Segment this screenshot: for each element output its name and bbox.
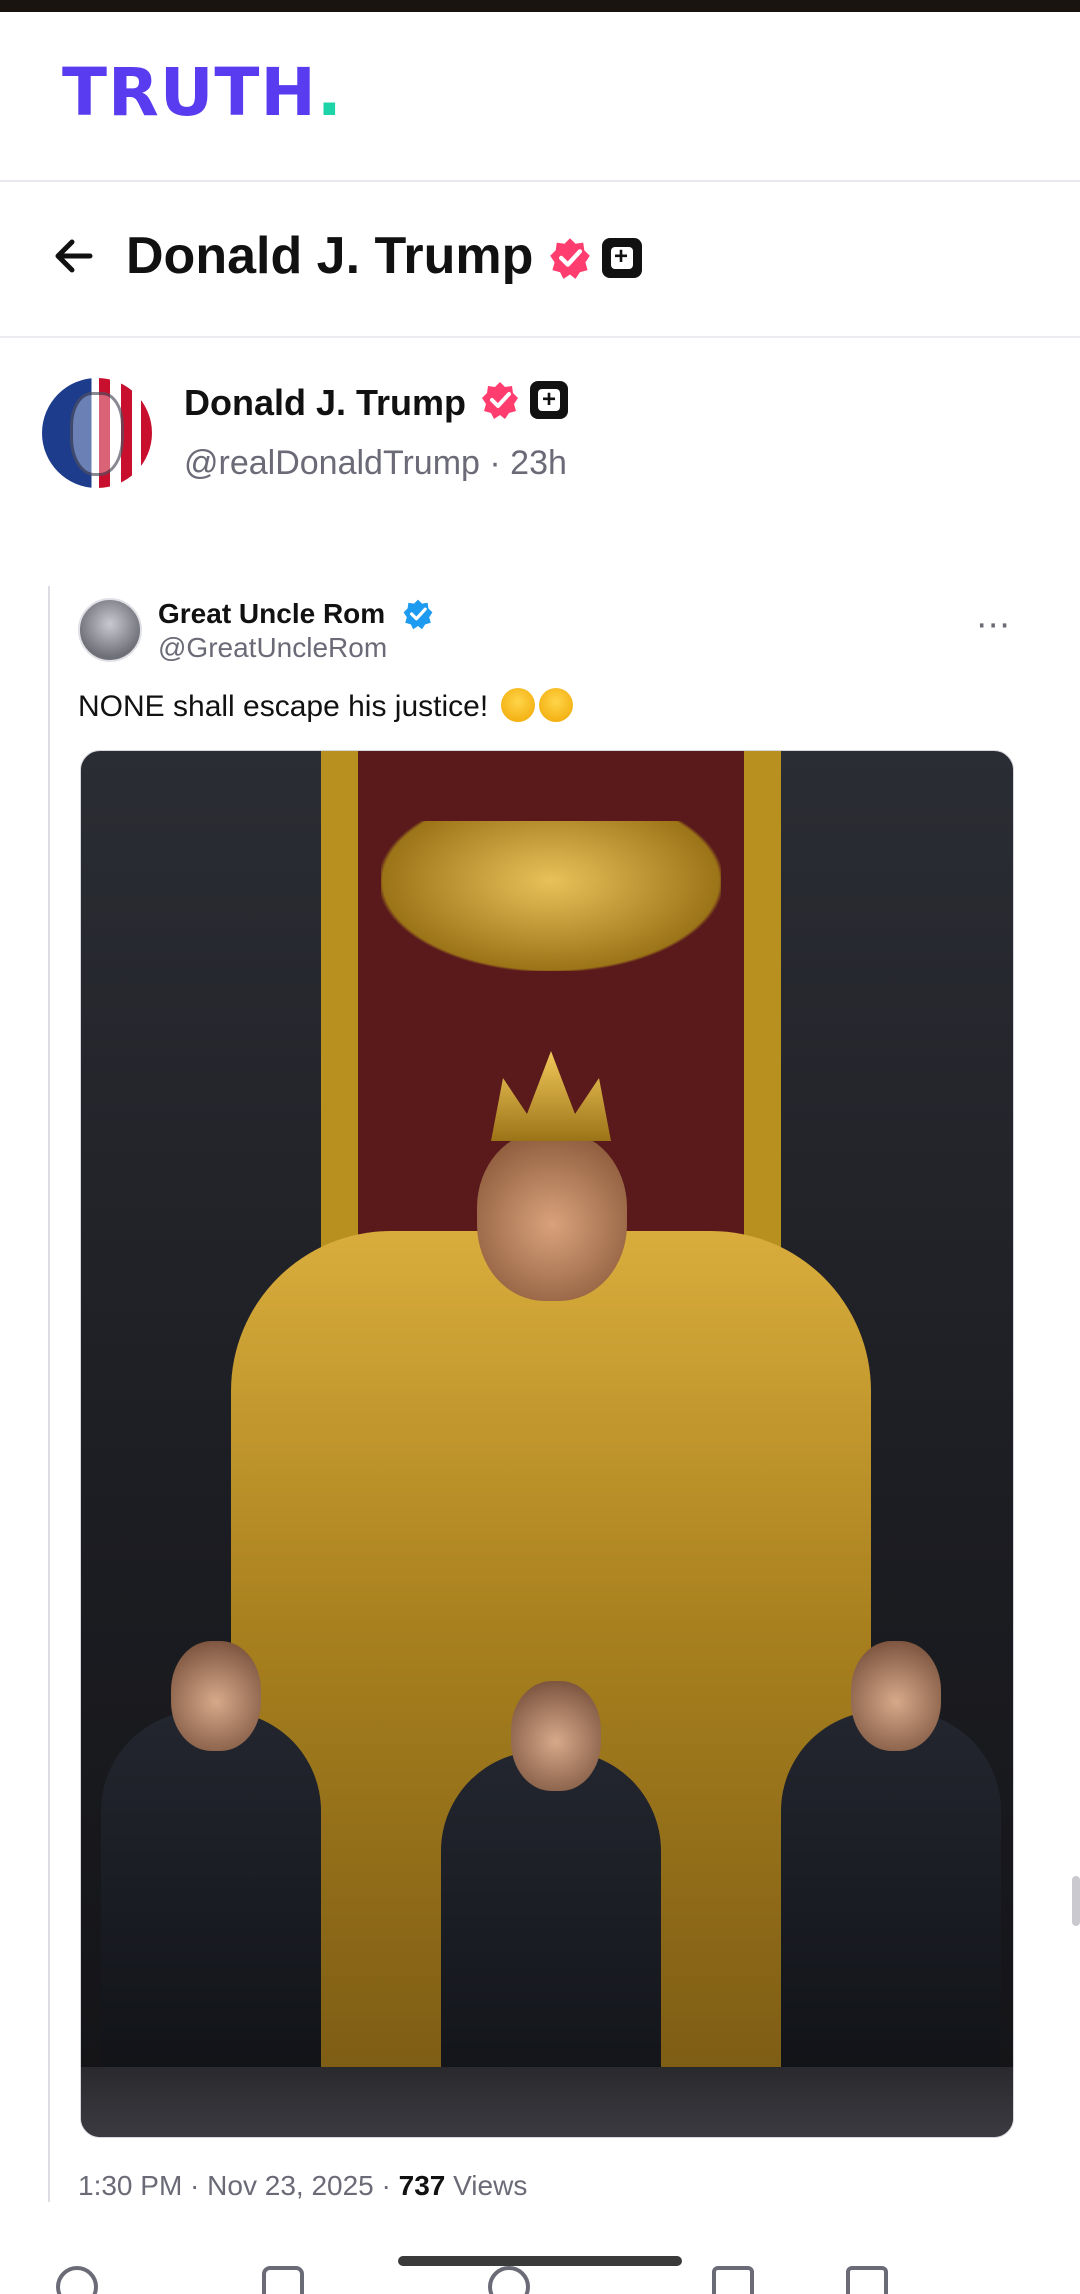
bookmark-button[interactable] [712, 2266, 754, 2294]
avatar[interactable] [42, 378, 152, 488]
figure-head-shape [477, 1131, 627, 1301]
share-button[interactable] [846, 2266, 888, 2294]
quoted-author-handle[interactable]: @GreatUncleRom [158, 632, 387, 664]
views-count: 737 [398, 2170, 446, 2201]
status-bar [0, 0, 1080, 12]
page-title: Donald J. Trump [126, 227, 534, 285]
post-actions [0, 2266, 1080, 2294]
heart-icon [488, 2266, 530, 2294]
author-name[interactable]: Donald J. Trump [184, 382, 466, 424]
eagle-crest-shape [381, 821, 721, 971]
reply-button[interactable] [56, 2266, 98, 2294]
quoted-author-name[interactable]: Great Uncle Rom [158, 598, 385, 630]
floor-shape [81, 2067, 1013, 2137]
post-image[interactable] [80, 750, 1014, 2138]
more-options-icon[interactable]: ⋯ [976, 608, 1012, 642]
author-handle[interactable]: @realDonaldTrump [184, 444, 480, 482]
reply-icon [56, 2266, 98, 2294]
bookmark-icon [712, 2266, 754, 2294]
share-icon [846, 2266, 888, 2294]
profile-nav-bar: Donald J. Trump [0, 184, 1080, 338]
truth-logo[interactable]: TRUTH. [62, 60, 343, 126]
truth-plus-icon [602, 238, 642, 278]
quoted-post-text: NONE shall escape his justice! [78, 688, 573, 724]
brand-header: TRUTH. [0, 12, 1080, 182]
laughing-emoji-icon [538, 688, 573, 722]
like-button[interactable] [488, 2266, 530, 2294]
laughing-emoji-icon [500, 688, 535, 722]
author-badges [480, 380, 568, 420]
author-meta: @realDonaldTrump · 23h [184, 444, 567, 482]
title-badges [548, 236, 642, 280]
arrow-left-icon [55, 239, 93, 273]
verified-badge-icon [482, 382, 518, 419]
quoted-post[interactable]: Great Uncle Rom @GreatUncleRom ⋯ NONE sh… [48, 586, 1048, 2202]
truth-plus-icon [530, 381, 568, 419]
quoted-post-footer: 1:30 PM · Nov 23, 2025 · 737 Views [78, 2170, 528, 2201]
retruth-icon [262, 2266, 304, 2294]
quoted-avatar[interactable] [78, 598, 142, 662]
scrollbar-thumb[interactable] [1072, 1876, 1080, 1926]
post-author-row: Donald J. Trump @realDonaldTrump · 23h [0, 360, 1080, 500]
kneeling-figure-left [101, 1641, 321, 2111]
retruth-button[interactable] [262, 2266, 304, 2294]
kneeling-figure-right [781, 1641, 1001, 2111]
home-indicator [398, 2256, 682, 2266]
verified-badge-icon [550, 238, 590, 279]
blue-check-icon [403, 599, 433, 630]
back-button[interactable] [44, 226, 104, 286]
post-time: 23h [510, 444, 567, 482]
